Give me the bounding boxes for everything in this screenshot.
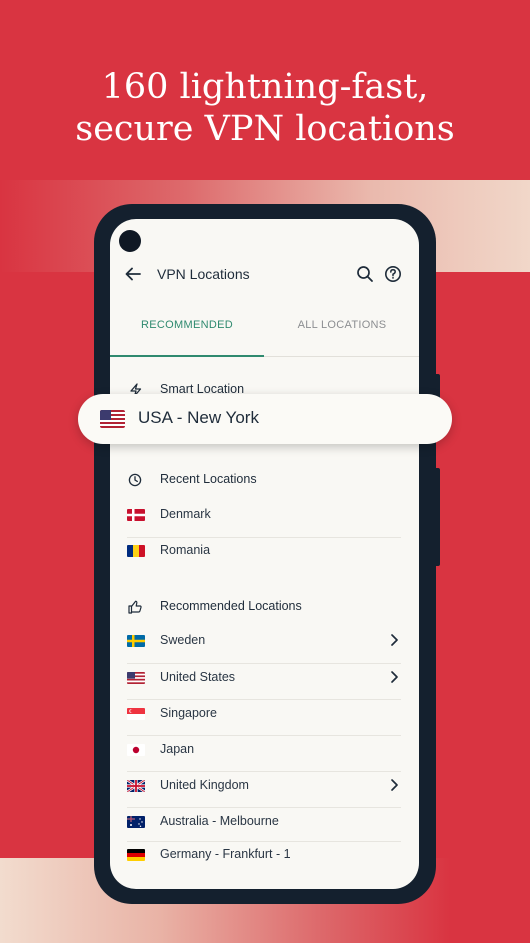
location-row-germany-frankfurt[interactable]: Germany - Frankfurt - 1: [127, 836, 401, 872]
camera-hole: [119, 230, 141, 252]
location-label: Singapore: [160, 706, 217, 720]
recent-locations-header: Recent Locations: [127, 461, 401, 497]
chevron-right-icon[interactable]: [387, 777, 401, 793]
flag-denmark-icon: [127, 509, 145, 521]
app-bar: VPN Locations: [110, 259, 419, 289]
thumbs-up-icon: [128, 600, 142, 614]
selected-location-label: USA - New York: [138, 408, 259, 427]
tab-recommended[interactable]: RECOMMENDED: [110, 309, 264, 357]
location-label: Denmark: [160, 507, 211, 521]
headline-line-2: secure VPN locations: [75, 109, 455, 149]
flag-romania-icon: [127, 545, 145, 557]
flag-singapore-icon: [127, 708, 145, 720]
location-label: Germany - Frankfurt - 1: [160, 847, 291, 861]
location-tabs: RECOMMENDED ALL LOCATIONS: [110, 309, 419, 357]
location-row-united-states[interactable]: United States: [127, 659, 401, 695]
phone-screen: VPN Locations RECOMMENDED ALL LOCATIONS …: [110, 219, 419, 889]
flag-united-states-icon: [100, 410, 125, 428]
flag-japan-icon: [127, 744, 145, 756]
search-icon[interactable]: [356, 265, 374, 283]
location-row-denmark[interactable]: Denmark: [127, 496, 401, 532]
back-arrow-icon[interactable]: [124, 265, 142, 283]
recent-locations-title: Recent Locations: [160, 472, 257, 486]
chevron-right-icon[interactable]: [387, 669, 401, 685]
phone-volume-button: [434, 468, 440, 566]
recommended-locations-header: Recommended Locations: [127, 588, 401, 624]
location-row-united-kingdom[interactable]: United Kingdom: [127, 767, 401, 803]
flag-united-kingdom-icon: [127, 780, 145, 792]
phone-frame: VPN Locations RECOMMENDED ALL LOCATIONS …: [94, 204, 440, 904]
help-icon[interactable]: [384, 265, 402, 283]
page-title: VPN Locations: [157, 266, 250, 282]
chevron-right-icon[interactable]: [387, 632, 401, 648]
flag-australia-icon: [127, 816, 145, 828]
location-row-japan[interactable]: Japan: [127, 731, 401, 767]
flag-sweden-icon: [127, 635, 145, 647]
clock-icon: [128, 473, 142, 487]
location-label: Sweden: [160, 633, 206, 647]
recommended-locations-title: Recommended Locations: [160, 599, 302, 613]
location-row-sweden[interactable]: Sweden: [127, 622, 401, 658]
location-label: United Kingdom: [160, 778, 249, 792]
location-row-singapore[interactable]: Singapore: [127, 695, 401, 731]
location-label: United States: [160, 670, 236, 684]
flag-germany-icon: [127, 849, 145, 861]
promo-headline: 160 lightning-fast, secure VPN locations: [0, 66, 530, 150]
location-label: Romania: [160, 543, 211, 557]
flag-united-states-icon: [127, 672, 145, 684]
tab-all-locations[interactable]: ALL LOCATIONS: [265, 309, 419, 357]
location-label: Australia - Melbourne: [160, 814, 279, 828]
location-row-australia-melbourne[interactable]: Australia - Melbourne: [127, 803, 401, 839]
selected-location-card[interactable]: USA - New York: [78, 394, 452, 444]
headline-line-1: 160 lightning-fast,: [101, 67, 429, 107]
location-row-romania[interactable]: Romania: [127, 532, 401, 568]
location-label: Japan: [160, 742, 195, 756]
